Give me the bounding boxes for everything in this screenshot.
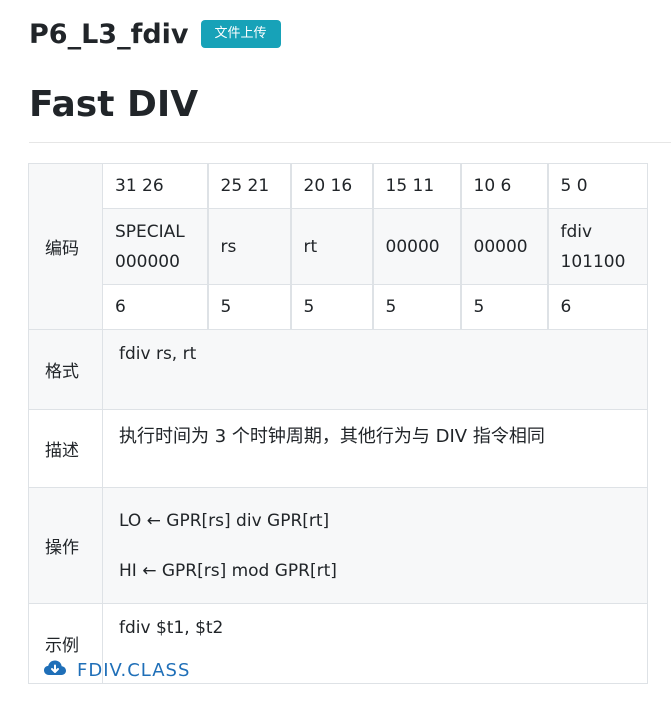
- instruction-spec-table: 编码 31 26 25 21 20 16 15 11 10 6 5 0 SPEC…: [28, 163, 648, 684]
- field-cell: fdiv 101100: [547, 208, 648, 285]
- field-cell: rt: [290, 208, 374, 285]
- encoding-label: 编码: [28, 163, 103, 330]
- download-link[interactable]: FDIV.CLASS: [43, 657, 190, 683]
- field-line: SPECIAL: [115, 221, 185, 242]
- encoding-bit-range-row: 编码 31 26 25 21 20 16 15 11 10 6 5 0: [28, 163, 648, 330]
- bit-range-cell: 25 21: [207, 163, 292, 209]
- page-title: P6_L3_fdiv: [29, 18, 189, 50]
- format-label: 格式: [28, 329, 103, 410]
- file-upload-badge[interactable]: 文件上传: [200, 20, 281, 48]
- format-value: fdiv rs, rt: [102, 329, 648, 410]
- description-row: 描述 执行时间为 3 个时钟周期，其他行为与 DIV 指令相同: [28, 409, 648, 488]
- encoding-field-row: SPECIAL 000000 rs rt 00000 00000 fdiv 10…: [29, 208, 648, 285]
- description-label: 描述: [28, 409, 103, 488]
- field-cell: rs: [207, 208, 292, 285]
- bit-range-cell: 20 16: [290, 163, 374, 209]
- field-line: 101100: [560, 251, 626, 272]
- operation-line: LO ← GPR[rs] div GPR[rt]: [119, 510, 330, 531]
- format-row: 格式 fdiv rs, rt: [28, 329, 648, 410]
- width-cell: 5: [207, 284, 292, 330]
- bit-range-cell: 10 6: [460, 163, 549, 209]
- bit-range-cell: 5 0: [547, 163, 648, 209]
- section-divider: [29, 142, 671, 143]
- width-cell: 5: [290, 284, 374, 330]
- width-cell: 5: [460, 284, 549, 330]
- operation-line: HI ← GPR[rs] mod GPR[rt]: [119, 560, 337, 581]
- width-cell: 6: [547, 284, 648, 330]
- field-cell: 00000: [460, 208, 549, 285]
- field-cell: SPECIAL 000000: [102, 208, 209, 285]
- page-header: P6_L3_fdiv 文件上传: [29, 12, 281, 56]
- encoding-width-row: 6 5 5 5 5 6: [29, 284, 648, 330]
- operation-label: 操作: [28, 487, 103, 604]
- bit-range-cell: 31 26: [102, 163, 209, 209]
- field-line: 000000: [115, 251, 180, 272]
- description-value: 执行时间为 3 个时钟周期，其他行为与 DIV 指令相同: [102, 409, 648, 488]
- operation-row: 操作 LO ← GPR[rs] div GPR[rt] HI ← GPR[rs]…: [28, 487, 648, 604]
- width-cell: 6: [102, 284, 209, 330]
- download-label: FDIV.CLASS: [77, 659, 191, 681]
- section-title: Fast DIV: [29, 84, 199, 125]
- field-cell: 00000: [372, 208, 462, 285]
- width-cell: 5: [372, 284, 462, 330]
- cloud-download-icon: [43, 658, 67, 682]
- operation-value: LO ← GPR[rs] div GPR[rt] HI ← GPR[rs] mo…: [102, 487, 648, 604]
- bit-range-cell: 15 11: [372, 163, 462, 209]
- field-line: fdiv: [560, 221, 593, 242]
